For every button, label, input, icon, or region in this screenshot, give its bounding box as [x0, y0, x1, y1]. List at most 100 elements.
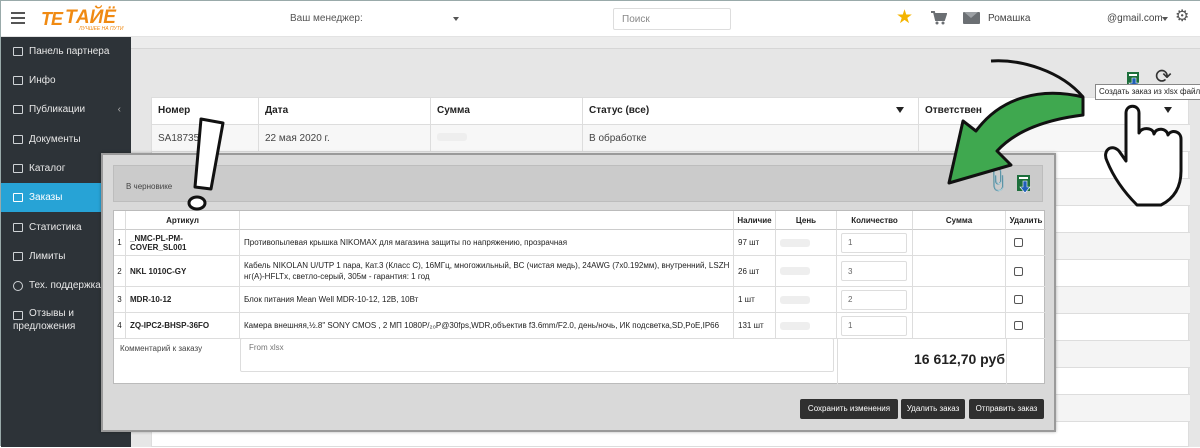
help-circle-icon — [13, 281, 23, 291]
stock-cell: 97 шт — [734, 230, 776, 255]
chevron-down-icon[interactable] — [1162, 17, 1168, 21]
xlsx-import-icon[interactable] — [1016, 174, 1034, 194]
sum-cell — [913, 313, 1006, 338]
sidebar-item-partner-panel[interactable]: Панель партнера — [1, 37, 131, 66]
quantity-input[interactable] — [841, 289, 907, 310]
delete-checkbox[interactable] — [1014, 321, 1023, 330]
stock-cell: 26 шт — [734, 256, 776, 286]
table-row: 1 _NMC-PL-PM-COVER_SL001 Противопылевая … — [114, 230, 1046, 256]
quantity-input[interactable] — [841, 232, 907, 253]
stock-cell: 1 шт — [734, 287, 776, 312]
redacted-value — [780, 238, 810, 247]
column-header-sum[interactable]: Сумма — [431, 98, 583, 124]
table-cell-responsible — [919, 124, 1190, 151]
sku-cell[interactable]: ZQ-IPC2-BHSP-36FO — [126, 313, 240, 338]
top-bar: ТЕ ТАЙЁ ЛУЧШЕЕ НА ПУТИ Ваш менеджер: ★ Р… — [1, 1, 1200, 37]
column-header-stock: Наличие — [734, 211, 776, 230]
chevron-down-icon[interactable] — [453, 17, 459, 21]
sidebar-item-label: Тех. поддержка — [29, 280, 101, 291]
orders-icon — [13, 193, 23, 202]
comment-field[interactable] — [240, 338, 834, 372]
filter-icon[interactable] — [1164, 107, 1172, 113]
cogs-icon[interactable]: ⚙ — [1175, 9, 1189, 25]
sidebar-item-label: Статистика — [29, 222, 82, 233]
price-cell — [776, 313, 837, 338]
sidebar-item-documents[interactable]: Документы — [1, 125, 131, 154]
sidebar-item-label: Каталог — [29, 163, 66, 174]
feedback-icon — [13, 311, 23, 320]
manager-dropdown-label[interactable]: Ваш менеджер: — [290, 13, 363, 24]
table-cell-status: В обработке — [583, 124, 919, 151]
logo-mark: ТЕ — [41, 9, 63, 29]
quantity-input[interactable] — [841, 261, 907, 281]
statistics-icon — [13, 223, 23, 232]
panel-icon — [13, 47, 23, 56]
sidebar-item-label: Заказы — [29, 192, 63, 203]
info-card-icon — [13, 76, 23, 85]
row-index: 2 — [114, 256, 126, 286]
table-row: 3 MDR-10-12 Блок питания Mean Well MDR-1… — [114, 287, 1046, 313]
table-row: 2 NKL 1010C-GY Кабель NIKOLAN U/UTP 1 па… — [114, 256, 1046, 287]
stock-cell: 131 шт — [734, 313, 776, 338]
menu-toggle-icon[interactable] — [11, 12, 25, 24]
divider — [837, 339, 838, 385]
redacted-value — [780, 321, 810, 330]
delete-checkbox[interactable] — [1014, 238, 1023, 247]
send-order-button[interactable]: Отправить заказ — [969, 399, 1044, 419]
save-changes-button[interactable]: Сохранить изменения — [800, 399, 898, 419]
redacted-value — [780, 267, 810, 275]
sidebar-item-info[interactable]: Инфо — [1, 66, 131, 95]
filter-icon[interactable] — [896, 107, 904, 113]
mail-icon[interactable] — [963, 12, 980, 24]
brand-logo[interactable]: ТЕ ТАЙЁ ЛУЧШЕЕ НА ПУТИ — [41, 7, 131, 32]
sku-cell[interactable]: _NMC-PL-PM-COVER_SL001 — [126, 230, 240, 255]
account-email[interactable]: @gmail.com — [1107, 13, 1163, 24]
search-input[interactable] — [613, 8, 731, 30]
price-cell — [776, 287, 837, 312]
star-icon[interactable]: ★ — [896, 8, 913, 27]
paperclip-icon[interactable]: 📎 — [983, 165, 1013, 195]
comment-label: Комментарий к заказу — [120, 344, 203, 353]
order-modal: В черновике 📎 Артикул Наличие Цень Колич… — [101, 153, 1056, 432]
sku-cell[interactable]: NKL 1010C-GY — [126, 256, 240, 286]
tooltip: Создать заказ из xlsx файла — [1095, 84, 1200, 100]
book-icon — [13, 105, 23, 114]
quantity-cell — [837, 313, 913, 338]
delete-checkbox[interactable] — [1014, 266, 1023, 276]
app-window: ТЕ ТАЙЁ ЛУЧШЕЕ НА ПУТИ Ваш менеджер: ★ Р… — [0, 0, 1200, 447]
cart-icon[interactable] — [931, 11, 947, 25]
sidebar-item-publications[interactable]: Публикации ‹ — [1, 95, 131, 124]
sku-cell[interactable]: MDR-10-12 — [126, 287, 240, 312]
delete-cell — [1006, 256, 1046, 286]
table-cell-number[interactable]: SA187356 — [152, 124, 259, 151]
column-header-price: Цень — [776, 211, 837, 230]
document-icon — [13, 135, 23, 144]
table-cell-date: 22 мая 2020 г. — [259, 124, 431, 151]
column-header-status[interactable]: Статус (все) — [583, 98, 919, 124]
column-header-delete: Удалить — [1006, 211, 1046, 230]
delete-cell — [1006, 287, 1046, 312]
column-header-responsible[interactable]: Ответствен — [919, 98, 1190, 124]
logo-tagline: ЛУЧШЕЕ НА ПУТИ — [79, 26, 124, 32]
table-row: 4 ZQ-IPC2-BHSP-36FO Камера внешняя,½.8" … — [114, 313, 1046, 339]
chevron-left-icon: ‹ — [117, 104, 121, 115]
quantity-cell — [837, 256, 913, 286]
column-header-index — [114, 211, 126, 230]
redacted-value — [780, 295, 810, 304]
company-name[interactable]: Ромашка — [988, 13, 1030, 24]
column-header-name — [240, 211, 734, 230]
sum-cell — [913, 256, 1006, 286]
row-index: 3 — [114, 287, 126, 312]
sidebar-item-label: Лимиты — [29, 251, 66, 262]
column-header-sku: Артикул — [126, 211, 240, 230]
column-header-number[interactable]: Номер — [152, 98, 259, 124]
delete-order-button[interactable]: Удалить заказ — [901, 399, 965, 419]
header-strip — [131, 37, 1200, 49]
modal-header: В черновике 📎 — [113, 165, 1043, 202]
delete-checkbox[interactable] — [1014, 295, 1023, 304]
product-name: Блок питания Mean Well MDR-10-12, 12В, 1… — [240, 287, 734, 312]
delete-cell — [1006, 313, 1046, 338]
column-header-date[interactable]: Дата — [259, 98, 431, 124]
quantity-input[interactable] — [841, 315, 907, 336]
column-header-sum: Сумма — [913, 211, 1006, 230]
